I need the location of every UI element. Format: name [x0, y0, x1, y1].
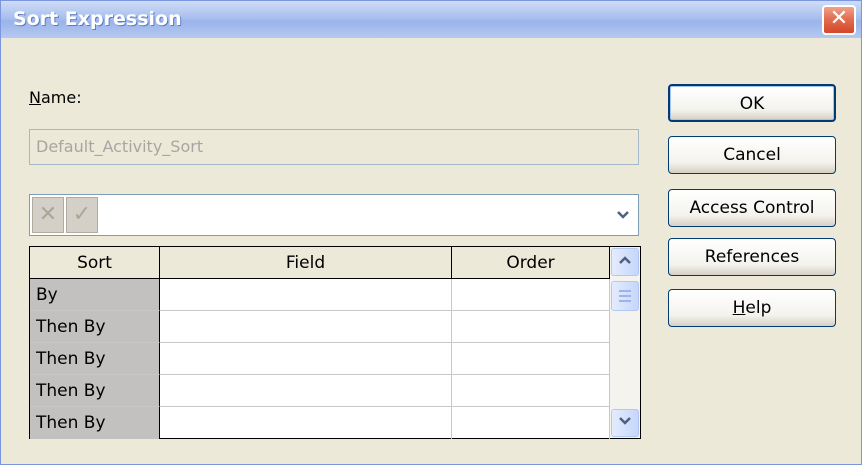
expression-input[interactable] [102, 197, 592, 233]
accept-expression-button[interactable]: ✓ [66, 197, 98, 233]
title-bar[interactable]: Sort Expression ✕ [1, 1, 861, 38]
name-label: Name: [29, 88, 82, 107]
column-header-field[interactable]: Field [160, 247, 452, 279]
row-order-cell[interactable] [452, 279, 610, 311]
close-button[interactable]: ✕ [822, 5, 856, 35]
cancel-button[interactable]: Cancel [668, 136, 836, 174]
row-order-cell[interactable] [452, 407, 610, 439]
row-sort-cell[interactable]: Then By [30, 375, 160, 407]
expression-bar: ✕ ✓ [29, 194, 639, 236]
scroll-up-button[interactable] [611, 248, 639, 276]
cancel-expression-button[interactable]: ✕ [32, 197, 64, 233]
row-field-cell[interactable] [160, 375, 452, 407]
help-button[interactable]: Help [668, 289, 836, 327]
sort-expression-dialog: Sort Expression ✕ Name: Default_Activity… [0, 0, 862, 465]
expression-dropdown-button[interactable] [611, 203, 635, 229]
row-sort-cell[interactable]: Then By [30, 343, 160, 375]
row-field-cell[interactable] [160, 279, 452, 311]
chevron-down-icon [619, 417, 631, 425]
row-field-cell[interactable] [160, 343, 452, 375]
name-field[interactable]: Default_Activity_Sort [29, 129, 639, 165]
grid-scrollbar[interactable] [610, 247, 640, 438]
scroll-thumb[interactable] [611, 281, 639, 311]
scroll-down-button[interactable] [611, 409, 639, 437]
row-field-cell[interactable] [160, 407, 452, 439]
row-field-cell[interactable] [160, 311, 452, 343]
row-sort-cell[interactable]: By [30, 279, 160, 311]
cancel-x-icon: ✕ [38, 202, 58, 227]
access-control-button[interactable]: Access Control [668, 189, 836, 227]
row-order-cell[interactable] [452, 375, 610, 407]
dialog-title: Sort Expression [13, 8, 182, 30]
column-header-sort[interactable]: Sort [30, 247, 160, 279]
references-button[interactable]: References [668, 238, 836, 276]
row-order-cell[interactable] [452, 343, 610, 375]
column-header-order[interactable]: Order [452, 247, 610, 279]
row-sort-cell[interactable]: Then By [30, 407, 160, 439]
ok-button[interactable]: OK [668, 84, 836, 122]
row-order-cell[interactable] [452, 311, 610, 343]
close-icon: ✕ [829, 6, 849, 31]
chevron-up-icon [619, 256, 631, 264]
sort-grid: Sort Field Order By Then By Then By Then… [29, 246, 641, 439]
chevron-down-icon [617, 211, 629, 219]
checkmark-icon: ✓ [72, 202, 92, 227]
row-sort-cell[interactable]: Then By [30, 311, 160, 343]
